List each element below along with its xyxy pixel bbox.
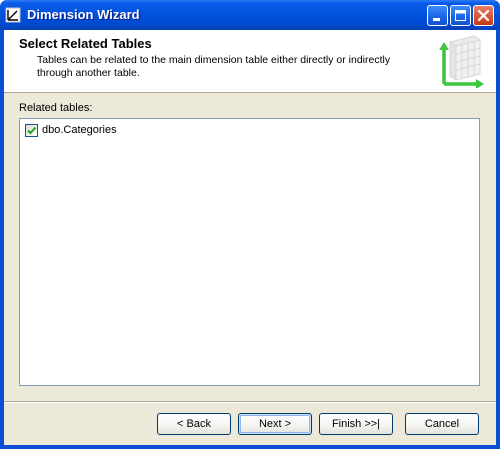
dimension-table-icon bbox=[439, 35, 484, 88]
related-tables-list[interactable]: dbo.Categories bbox=[19, 118, 480, 386]
title-bar[interactable]: Dimension Wizard bbox=[0, 0, 500, 30]
wizard-header: Select Related Tables Tables can be rela… bbox=[4, 30, 496, 93]
related-table-name: dbo.Categories bbox=[42, 124, 117, 136]
dimension-wizard-window: Dimension Wizard Select Related Tables T… bbox=[0, 0, 500, 449]
close-button[interactable] bbox=[473, 5, 494, 26]
window-title: Dimension Wizard bbox=[27, 7, 140, 22]
page-description: Tables can be related to the main dimens… bbox=[37, 54, 391, 79]
checkmark-icon bbox=[27, 126, 37, 135]
wizard-client-area: Select Related Tables Tables can be rela… bbox=[4, 30, 496, 445]
minimize-icon bbox=[433, 18, 440, 21]
page-title: Select Related Tables bbox=[19, 36, 152, 51]
finish-button[interactable]: Finish >>| bbox=[319, 413, 393, 435]
dimension-wizard-icon bbox=[5, 7, 21, 23]
next-button[interactable]: Next > bbox=[238, 413, 312, 435]
minimize-button[interactable] bbox=[427, 5, 448, 26]
cancel-button[interactable]: Cancel bbox=[405, 413, 479, 435]
related-table-checkbox[interactable] bbox=[25, 124, 38, 137]
maximize-icon bbox=[455, 10, 466, 21]
maximize-button[interactable] bbox=[450, 5, 471, 26]
button-separator bbox=[4, 401, 496, 403]
related-tables-label: Related tables: bbox=[19, 102, 93, 114]
close-icon bbox=[477, 9, 490, 22]
back-button[interactable]: < Back bbox=[157, 413, 231, 435]
